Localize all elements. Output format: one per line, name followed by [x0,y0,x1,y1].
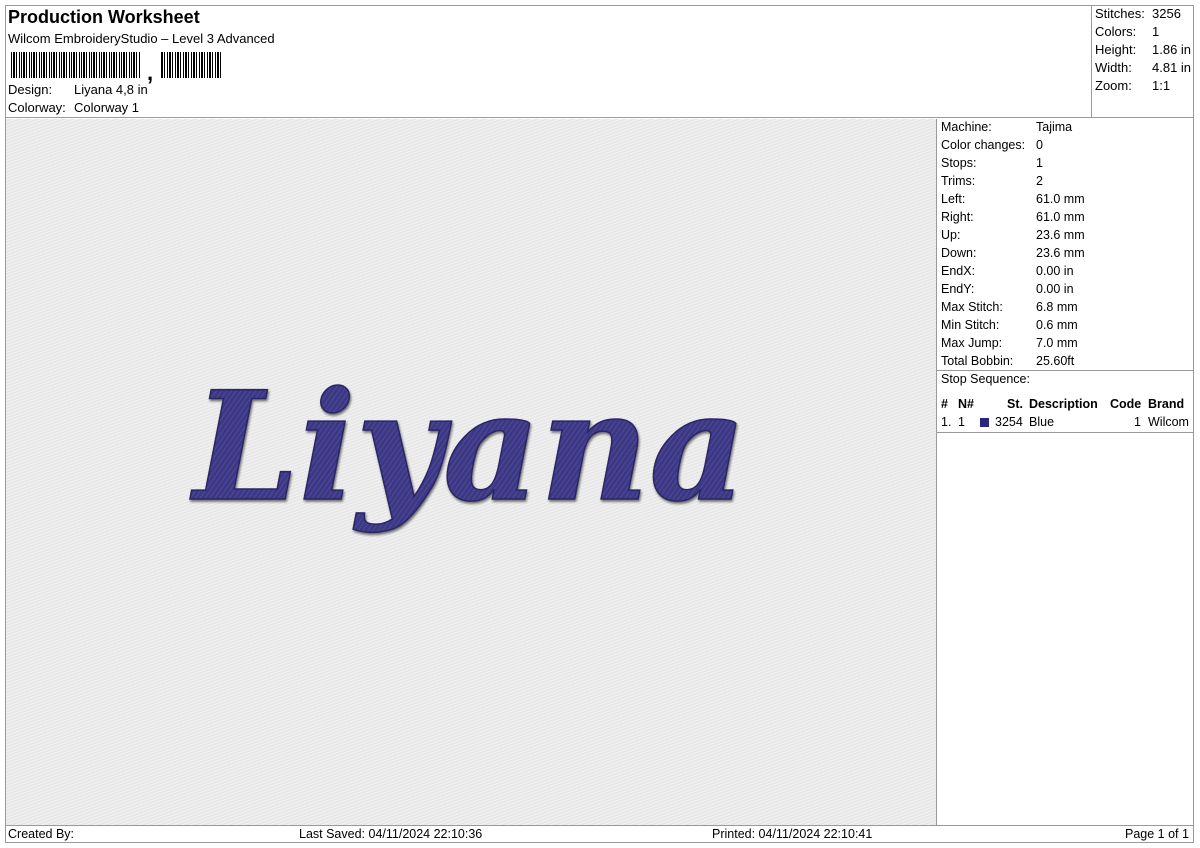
detail-stops: Stops: 1 [941,156,1043,170]
summary-zoom: Zoom: 1:1 [1095,78,1171,93]
panel-divider [937,370,1194,371]
design-value: Liyana 4,8 in [74,82,148,97]
colorway-value: Colorway 1 [74,100,140,115]
stop-sequence-title: Stop Sequence: [941,372,1030,386]
detail-min-stitch: Min Stitch: 0.6 mm [941,318,1078,332]
design-label: Design: [8,82,53,97]
barcode-separator: , [147,60,154,85]
col-brand: Brand [1148,397,1185,411]
software-name: Wilcom EmbroideryStudio – Level 3 Advanc… [8,31,275,46]
design-row: Design: Liyana 4,8 in [8,82,148,97]
worksheet-footer: Created By: Last Saved: 04/11/2024 22:10… [5,825,1194,843]
table-divider [937,432,1194,433]
col-needle: N# [958,397,974,411]
detail-endx: EndX: 0.00 in [941,264,1074,278]
detail-color-changes: Color changes: 0 [941,138,1043,152]
detail-right: Right: 61.0 mm [941,210,1085,224]
barcode: , [11,52,223,85]
colorway-label: Colorway: [8,100,66,115]
col-description: Description [1029,397,1098,411]
row-code: 1 [1134,415,1141,429]
summary-height: Height: 1.86 in [1095,42,1192,57]
colorway-row: Colorway: Colorway 1 [8,100,139,115]
embroidery-design: Liyana [189,358,748,536]
created-by: Created By: [8,827,75,841]
printed-date: Printed: 04/11/2024 22:10:41 [712,827,873,841]
detail-up: Up: 23.6 mm [941,228,1085,242]
color-swatch [980,418,989,427]
detail-max-stitch: Max Stitch: 6.8 mm [941,300,1078,314]
detail-down: Down: 23.6 mm [941,246,1085,260]
summary-colors: Colors: 1 [1095,24,1160,39]
summary-width: Width: 4.81 in [1095,60,1192,75]
detail-max-jump: Max Jump: 7.0 mm [941,336,1078,350]
detail-machine: Machine: Tajima [941,120,1073,134]
row-brand: Wilcom [1148,415,1189,429]
page-title: Production Worksheet [8,7,200,27]
row-stitches: 3254 [995,415,1023,429]
barcode-bars-right [161,52,223,78]
page-number: Page 1 of 1 [1125,827,1189,841]
row-needle: 1 [958,415,965,429]
design-preview: Liyana [6,119,937,825]
col-stitches: St. [1007,397,1023,411]
last-saved: Last Saved: 04/11/2024 22:10:36 [299,827,483,841]
col-code: Code [1110,397,1142,411]
barcode-bars-left [11,52,141,78]
detail-left: Left: 61.0 mm [941,192,1085,206]
worksheet-header: Production Worksheet Wilcom EmbroiderySt… [5,5,1092,118]
design-summary: Stitches: 3256 Colors: 1 Height: 1.86 in Wi… [1092,5,1194,118]
machine-details-panel: Machine: Tajima Color changes: 0 Stops: 1 T… [937,119,1194,825]
col-index: # [941,397,948,411]
detail-endy: EndY: 0.00 in [941,282,1074,296]
detail-trims: Trims: 2 [941,174,1043,188]
design-lettering: Liyana [189,359,746,535]
summary-stitches: Stitches: 3256 [1095,6,1181,21]
row-index: 1. [941,415,952,429]
detail-total-bobbin: Total Bobbin: 25.60ft [941,354,1075,368]
row-description: Blue [1029,415,1055,429]
